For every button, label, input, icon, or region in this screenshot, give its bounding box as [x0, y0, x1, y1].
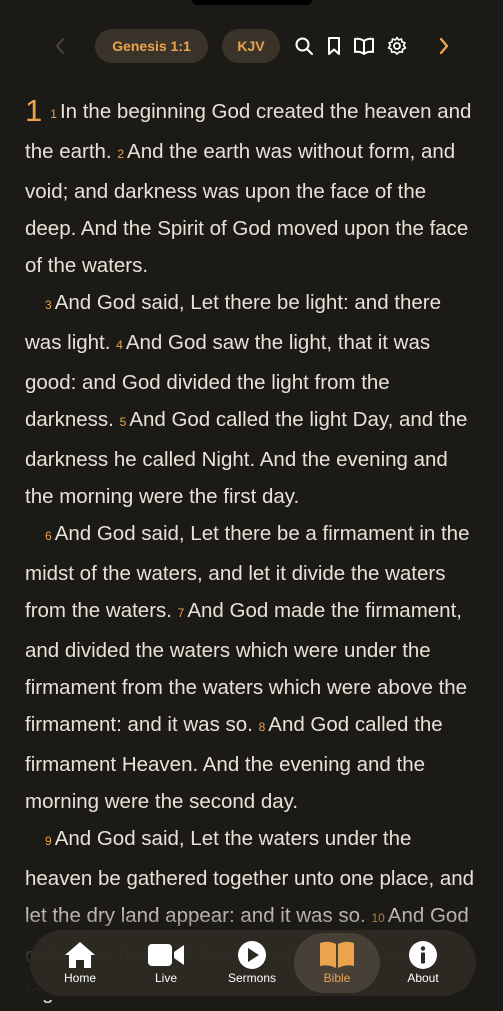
info-circle-icon	[409, 941, 437, 969]
verse-number: 4	[116, 338, 123, 352]
gear-icon	[387, 36, 407, 55]
previous-chapter-button[interactable]	[50, 29, 70, 63]
scripture-paragraph: 6 And God said, Let there be a firmament …	[25, 515, 480, 820]
tab-live-label: Live	[154, 971, 177, 985]
library-button[interactable]	[352, 29, 376, 63]
scripture-paragraph: 1 1 In the beginning God created the heave…	[25, 92, 480, 284]
verse-number: 1	[50, 107, 57, 121]
bookmark-button[interactable]	[325, 29, 343, 63]
top-notch	[191, 0, 312, 5]
version-button[interactable]: KJV	[222, 29, 280, 63]
chevron-right-icon	[439, 37, 449, 55]
search-icon	[295, 37, 313, 55]
verse-number: 8	[258, 720, 266, 734]
scripture-text: 1 1 In the beginning God created the heave…	[25, 92, 480, 1011]
video-camera-icon	[148, 944, 184, 966]
play-circle-icon	[238, 941, 266, 969]
tab-sermons-label: Sermons	[227, 971, 277, 985]
home-icon	[65, 942, 95, 968]
chapter-number: 1	[25, 93, 43, 128]
tab-bar: Home Live Sermons Bible About	[30, 930, 476, 996]
tab-home-label: Home	[63, 971, 96, 985]
next-chapter-button[interactable]	[433, 29, 455, 63]
reference-button[interactable]: Genesis 1:1	[95, 29, 208, 63]
tab-bible-label: Bible	[323, 971, 351, 985]
chevron-left-icon	[56, 38, 64, 54]
reader-toolbar: Genesis 1:1 KJV	[0, 29, 503, 63]
settings-button[interactable]	[386, 29, 408, 63]
book-open-icon	[320, 941, 354, 968]
search-button[interactable]	[293, 29, 315, 63]
book-open-icon	[354, 37, 374, 55]
verse-number: 9	[45, 834, 52, 848]
tab-bible[interactable]: Bible	[294, 933, 380, 993]
bookmark-icon	[328, 37, 340, 55]
verse-number: 7	[177, 606, 185, 620]
verse-number: 5	[119, 415, 127, 429]
tab-about[interactable]: About	[380, 930, 466, 996]
verse-number: 3	[45, 298, 52, 312]
tab-home[interactable]: Home	[37, 930, 123, 996]
tab-live[interactable]: Live	[123, 930, 209, 996]
scripture-paragraph: 3 And God said, Let there be light: and t…	[25, 284, 480, 515]
verse-number: 2	[117, 147, 125, 161]
verse-number: 6	[45, 529, 52, 543]
tab-sermons[interactable]: Sermons	[209, 930, 295, 996]
tab-about-label: About	[407, 971, 439, 985]
